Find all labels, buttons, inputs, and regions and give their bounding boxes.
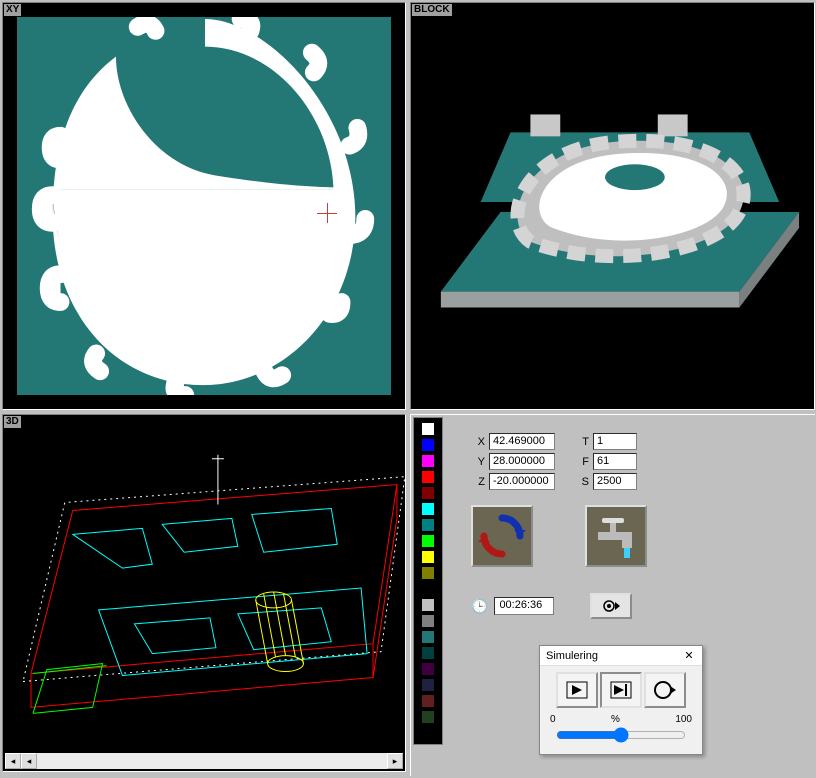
color-chip-3[interactable]: [421, 470, 435, 484]
sim-stop-button[interactable]: [644, 672, 686, 708]
spindle-direction-button[interactable]: [471, 505, 533, 567]
color-chip-15[interactable]: [421, 662, 435, 676]
label-s: S: [575, 476, 589, 488]
color-chip-5[interactable]: [421, 502, 435, 516]
record-button[interactable]: [590, 593, 632, 619]
elapsed-time-field[interactable]: 00:26:36: [494, 597, 554, 615]
label-y: Y: [471, 456, 485, 468]
coolant-button[interactable]: [585, 505, 647, 567]
sim-scale-mid: %: [611, 714, 620, 725]
viewport-xy[interactable]: XY: [2, 2, 406, 410]
sim-speed-slider[interactable]: [556, 727, 686, 743]
color-chip-6[interactable]: [421, 518, 435, 532]
field-f[interactable]: 61: [593, 453, 637, 470]
wireframe-render: [3, 415, 405, 771]
step-arrow-icon: [564, 679, 590, 701]
clock-icon: 🕒: [471, 598, 488, 615]
cursor-crosshair: [317, 203, 337, 223]
record-icon: [602, 599, 620, 613]
label-x: X: [471, 436, 485, 448]
play-into-icon: [608, 679, 634, 701]
status-panel: X 42.469000 T 1 Y 28.000000 F 61 Z -20.0…: [410, 414, 815, 776]
faucet-icon: [592, 512, 640, 560]
field-t[interactable]: 1: [593, 433, 637, 450]
field-x[interactable]: 42.469000: [489, 433, 555, 450]
color-chip-2[interactable]: [421, 454, 435, 468]
sim-step-button[interactable]: [556, 672, 598, 708]
label-t: T: [575, 436, 589, 448]
sim-scale-min: 0: [550, 714, 556, 725]
color-chip-12[interactable]: [421, 614, 435, 628]
color-chip-9[interactable]: [421, 566, 435, 580]
color-chip-10[interactable]: [421, 582, 435, 596]
viewport-block[interactable]: BLOCK: [410, 2, 815, 410]
label-f: F: [575, 456, 589, 468]
simulering-window[interactable]: Simulering ✕: [539, 645, 703, 755]
color-chip-7[interactable]: [421, 534, 435, 548]
sim-play-button[interactable]: [600, 672, 642, 708]
viewport-3d-label: 3D: [4, 416, 21, 428]
field-z[interactable]: -20.000000: [489, 473, 555, 490]
label-z: Z: [471, 476, 485, 488]
color-chip-16[interactable]: [421, 678, 435, 692]
scroll-right-button[interactable]: ▸: [387, 753, 403, 769]
scroll-left2-button[interactable]: ◂: [21, 753, 37, 769]
color-chip-1[interactable]: [421, 438, 435, 452]
simulering-title-text: Simulering: [546, 650, 598, 662]
color-chip-17[interactable]: [421, 694, 435, 708]
color-chip-8[interactable]: [421, 550, 435, 564]
block-3d-render: [411, 3, 814, 409]
color-palette: [413, 417, 443, 745]
color-chip-0[interactable]: [421, 422, 435, 436]
sim-speed-scale: 0 % 100: [546, 714, 696, 725]
sim-scale-max: 100: [675, 714, 692, 725]
close-icon[interactable]: ✕: [682, 649, 696, 663]
color-chip-13[interactable]: [421, 630, 435, 644]
scroll-track[interactable]: [37, 753, 387, 769]
viewport-block-label: BLOCK: [412, 4, 452, 16]
loop-stop-icon: [652, 679, 678, 701]
simulering-titlebar[interactable]: Simulering ✕: [540, 646, 702, 666]
spindle-arrows-icon: [478, 512, 526, 560]
viewport-3d[interactable]: 3D ◂ ◂ ▸: [2, 414, 406, 772]
color-chip-11[interactable]: [421, 598, 435, 612]
color-chip-19[interactable]: [421, 726, 435, 740]
field-s[interactable]: 2500: [593, 473, 637, 490]
viewport-3d-scrollbar[interactable]: ◂ ◂ ▸: [5, 753, 403, 769]
elapsed-time-row: 🕒 00:26:36: [471, 593, 632, 619]
color-chip-14[interactable]: [421, 646, 435, 660]
coordinate-readouts: X 42.469000 T 1 Y 28.000000 F 61 Z -20.0…: [471, 433, 637, 493]
viewport-xy-label: XY: [4, 4, 21, 16]
color-chip-4[interactable]: [421, 486, 435, 500]
color-chip-18[interactable]: [421, 710, 435, 724]
field-y[interactable]: 28.000000: [489, 453, 555, 470]
scroll-left-button[interactable]: ◂: [5, 753, 21, 769]
xy-background: [17, 17, 391, 395]
